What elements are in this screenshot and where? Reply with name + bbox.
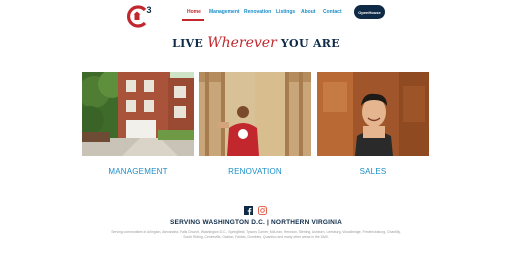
tagline-wherever: Wherever [207, 35, 277, 51]
communities-text: Serving communities in Arlington, Alexan… [111, 230, 401, 239]
management-link[interactable]: MANAGEMENT [82, 167, 194, 176]
renovation-photo[interactable] [199, 72, 311, 156]
management-photo[interactable] [82, 72, 194, 156]
serving-title: SERVING WASHINGTON D.C. | NORTHERN VIRGI… [170, 219, 342, 226]
facebook-icon[interactable] [244, 206, 253, 215]
svg-text:3: 3 [147, 5, 152, 15]
tagline-you-are: YOU ARE [280, 37, 340, 50]
c3-logo[interactable]: 3 [126, 4, 154, 28]
sales-link[interactable]: SALES [317, 167, 429, 176]
nav-renovation[interactable]: Renovation [244, 9, 271, 15]
nav-contact[interactable]: Contact [323, 9, 342, 15]
nav-listings[interactable]: Listings [276, 9, 295, 15]
nav-home[interactable]: Home [187, 9, 201, 15]
instagram-icon[interactable] [258, 206, 267, 215]
sales-photo[interactable] [317, 72, 429, 156]
open-house-button[interactable]: OpenHouse [354, 5, 385, 19]
nav-management[interactable]: Management [209, 9, 240, 15]
active-nav-indicator [182, 19, 204, 21]
nav-about[interactable]: About [301, 9, 315, 15]
site-header: 3 Home Management Renovation Listings Ab… [0, 0, 512, 30]
renovation-link[interactable]: RENOVATION [199, 167, 311, 176]
hero-tagline: LIVE Wherever YOU ARE [0, 35, 512, 51]
tagline-live: LIVE [172, 37, 204, 50]
